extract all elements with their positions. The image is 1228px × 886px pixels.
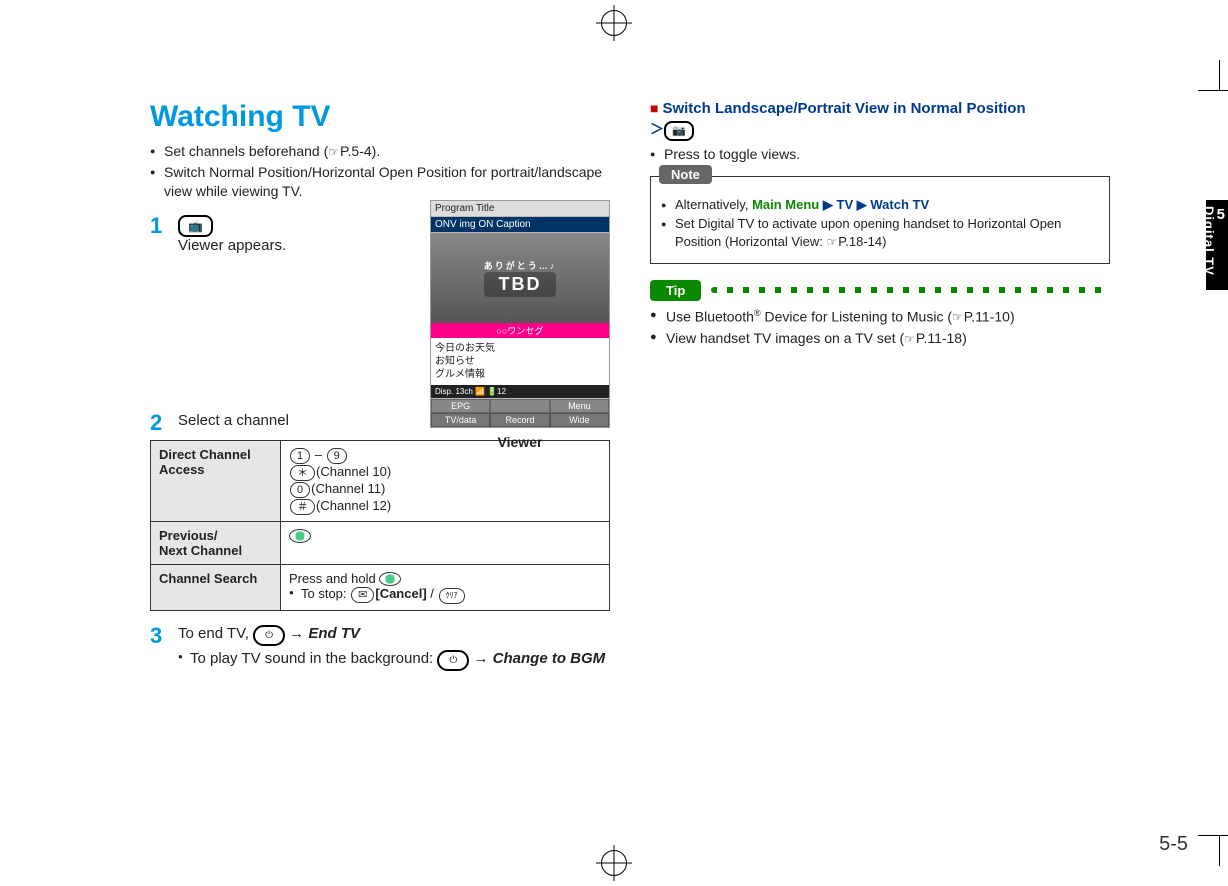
viewer-softkeys-row2: TV/data Record Wide [431,413,609,427]
table-cell-search: Press and hold To stop: ✉[Cancel] / ｸﾘｱ [281,564,610,611]
arrow-icon [285,625,308,642]
reference-icon-3 [952,308,964,324]
end-tv-action: End TV [308,625,360,642]
viewer-text-lines: 今日のお天気 お知らせ グルメ情報 [431,338,609,385]
square-bullet-icon: ■ [650,100,658,116]
nav-key-icon [289,529,311,543]
page-title: Watching TV [150,100,610,134]
right-column: ■Switch Landscape/Portrait View in Norma… [650,100,1110,675]
cropmark-top-right-v [1219,60,1220,90]
press-toggle-text: Press to toggle views. [650,145,1110,164]
viewer-screen: ありがとう…♪ TBD [431,233,609,323]
table-cell-direct: 1 – 9 ＊(Channel 10) 0(Channel 11) ＃(Chan… [281,440,610,521]
viewer-caption: Viewer [480,434,560,450]
switch-view-header: ■Switch Landscape/Portrait View in Norma… [650,100,1110,117]
triangle-arrow-icon-2: ▶ [857,197,867,212]
triangle-arrow-icon: ▶ [823,197,833,212]
step-1-number: 1 [150,215,178,237]
reference-icon-4 [904,330,916,346]
side-tab-chapter: 5 [1217,206,1226,229]
table-cell-prevnext [281,521,610,564]
viewer-arigato: ありがとう…♪ [484,259,557,272]
tip-list: Use Bluetooth® Device for Listening to M… [650,307,1110,348]
side-tab-label: Digital TV [1202,206,1217,276]
registration-mark-bottom [601,850,627,876]
tip-dots-decor [711,287,1110,293]
registration-mark-top [601,10,627,36]
step-2-number: 2 [150,412,178,434]
camera-key-icon [664,121,694,141]
table-head-direct: Direct Channel Access [151,440,281,521]
nav-key-icon-2 [379,572,401,586]
intro-item-1: Set channels beforehand (P.5-4). [150,142,610,161]
reference-icon [328,143,340,159]
step-3-number: 3 [150,625,178,647]
step-1-caption: Viewer appears. [178,237,286,254]
key-1-icon: 1 [290,448,310,464]
change-bgm-action: Change to BGM [493,650,606,667]
note-item-2: Set Digital TV to activate upon opening … [661,215,1099,250]
table-head-prevnext: Previous/ Next Channel [151,521,281,564]
tv-key-icon [178,215,213,237]
clear-key-icon: ｸﾘｱ [439,588,465,604]
viewer-status-bar: Disp. 13ch 📶 🔋12 [431,385,609,399]
key-star-icon: ＊ [290,465,315,481]
gt-icon: ＞ [650,121,664,137]
table-head-search: Channel Search [151,564,281,611]
key-0-icon: 0 [290,482,310,498]
end-key-icon [253,625,285,646]
intro-item-2: Switch Normal Position/Horizontal Open P… [150,163,610,201]
page-number: 5-5 [1159,833,1188,856]
reference-icon-2 [827,234,839,249]
viewer-screenshot: Program Title ONV img ON Caption ありがとう…♪… [430,200,610,428]
tip-header: Tip [650,280,1110,301]
tip-item-1: Use Bluetooth® Device for Listening to M… [650,307,1110,327]
cropmark-bottom-right-v [1219,836,1220,866]
tip-label: Tip [650,280,701,301]
channel-table: Direct Channel Access 1 – 9 ＊(Channel 10… [150,440,610,612]
mail-key-icon: ✉ [351,587,374,603]
viewer-softkeys-row1: EPG Menu [431,399,609,413]
viewer-onv-bar: ONV img ON Caption [431,217,609,233]
key-hash-icon: ＃ [290,499,315,515]
cropmark-bottom-right-h [1198,835,1228,836]
tip-item-2: View handset TV images on a TV set (P.11… [650,329,1110,348]
left-column: Watching TV Set channels beforehand (P.5… [150,100,610,675]
end-key-icon-2 [437,650,469,671]
viewer-banner: ○○ワンセグ [431,323,609,338]
step-3: 3 To end TV, End TV To play TV sound in … [150,625,610,671]
arrow-icon-2 [469,650,492,667]
viewer-tbd: TBD [484,272,557,297]
note-item-1: Alternatively, Main Menu ▶ TV ▶ Watch TV [661,196,1099,214]
cropmark-top-right-h [1198,90,1228,91]
viewer-program-title: Program Title [431,201,609,217]
side-tab: 5 Digital TV [1206,200,1228,290]
note-box: Note Alternatively, Main Menu ▶ TV ▶ Wat… [650,176,1110,264]
intro-list: Set channels beforehand (P.5-4). Switch … [150,142,610,201]
note-label: Note [659,165,712,184]
key-9-icon: 9 [327,448,347,464]
